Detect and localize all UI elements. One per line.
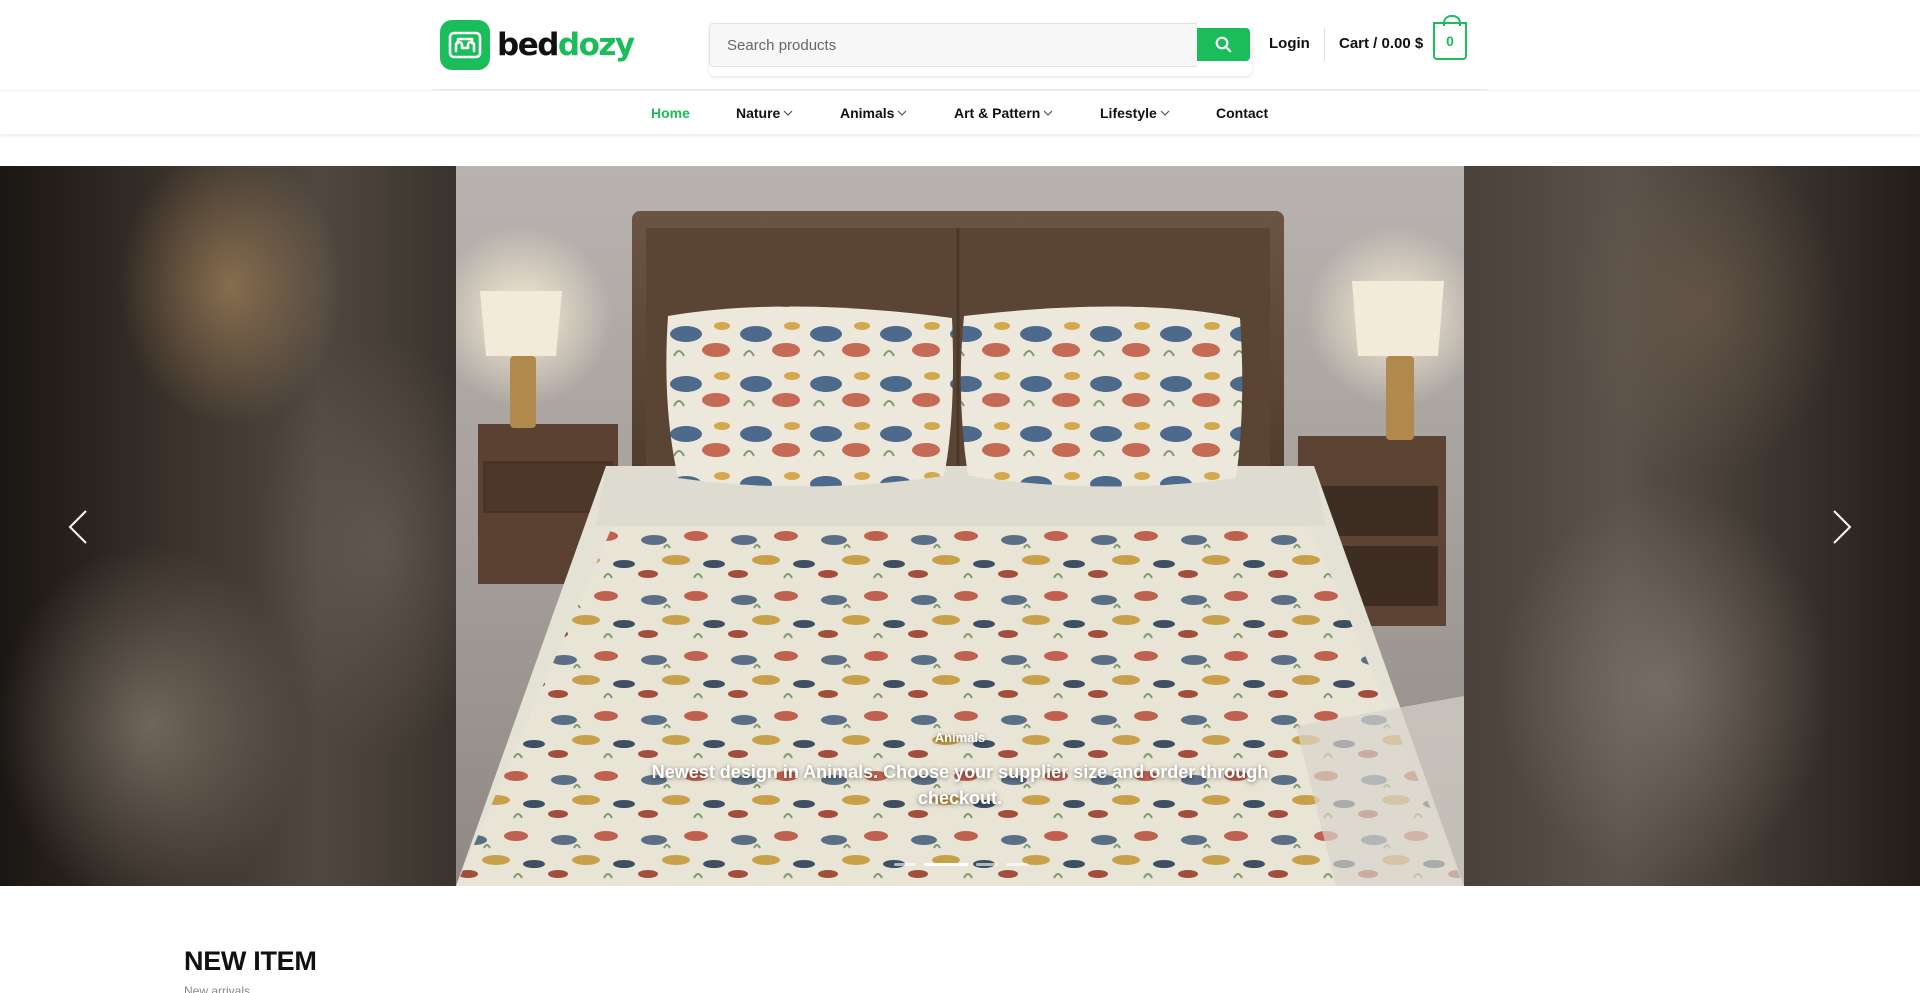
slider-prev-button[interactable] (58, 506, 98, 550)
header-inner: beddozy Login Cart / 0.00 $ 0 (433, 0, 1487, 90)
nav-item-label: Nature (736, 105, 781, 121)
slider-dot-active[interactable] (924, 863, 968, 866)
nav-item-animals[interactable]: Animals (840, 105, 907, 121)
chevron-left-icon (68, 509, 87, 544)
main-nav: Home Nature Animals Art & Pattern Lifest… (0, 90, 1920, 134)
nav-item-label: Home (651, 105, 690, 121)
logo-text-part1: bed (497, 27, 559, 63)
cart-link[interactable]: Cart / 0.00 $ (1339, 35, 1423, 52)
search-button[interactable] (1197, 28, 1250, 61)
nav-item-label: Lifestyle (1100, 105, 1157, 121)
section-title: NEW ITEM (184, 946, 317, 976)
nav-item-label: Art & Pattern (954, 105, 1041, 121)
nav-item-label: Animals (840, 105, 895, 121)
nav-item-lifestyle[interactable]: Lifestyle (1100, 105, 1170, 121)
hero-slider: Animals Newest design in Animals. Choose… (0, 166, 1920, 886)
chevron-down-icon (898, 110, 907, 116)
site-header: beddozy Login Cart / 0.00 $ 0 (0, 0, 1920, 90)
nav-item-nature[interactable]: Nature (736, 105, 793, 121)
login-link[interactable]: Login (1269, 35, 1310, 52)
site-logo[interactable]: beddozy (440, 20, 635, 70)
cart-count: 0 (1446, 33, 1454, 49)
slider-dots (894, 863, 1028, 866)
slide-category: Animals (934, 730, 986, 745)
nav-item-art-pattern[interactable]: Art & Pattern (954, 105, 1053, 121)
slider-dot[interactable] (1006, 863, 1028, 866)
sofa-icon (440, 20, 490, 70)
chevron-down-icon (783, 110, 793, 116)
slider-dot[interactable] (894, 863, 916, 866)
nav-item-home[interactable]: Home (651, 105, 690, 121)
chevron-down-icon (1043, 110, 1053, 116)
slider-dot[interactable] (976, 863, 998, 866)
search-input[interactable] (709, 23, 1197, 67)
logo-text: beddozy (497, 20, 635, 70)
chevron-right-icon (1833, 509, 1852, 544)
section-subtitle: New arrivals (184, 984, 251, 993)
slide-text: Newest design in Animals. Choose your su… (651, 762, 1269, 808)
chevron-down-icon (1160, 110, 1170, 116)
search-icon (1215, 36, 1232, 53)
search-form (709, 23, 1252, 76)
slide-caption: Animals Newest design in Animals. Choose… (456, 730, 1464, 811)
nav-item-label: Contact (1216, 105, 1269, 121)
nav-item-contact[interactable]: Contact (1216, 105, 1268, 121)
slider-next-button[interactable] (1822, 506, 1862, 550)
header-divider (1324, 28, 1325, 61)
cart-count-badge[interactable]: 0 (1433, 15, 1467, 60)
logo-text-part2: dozy (557, 27, 635, 63)
